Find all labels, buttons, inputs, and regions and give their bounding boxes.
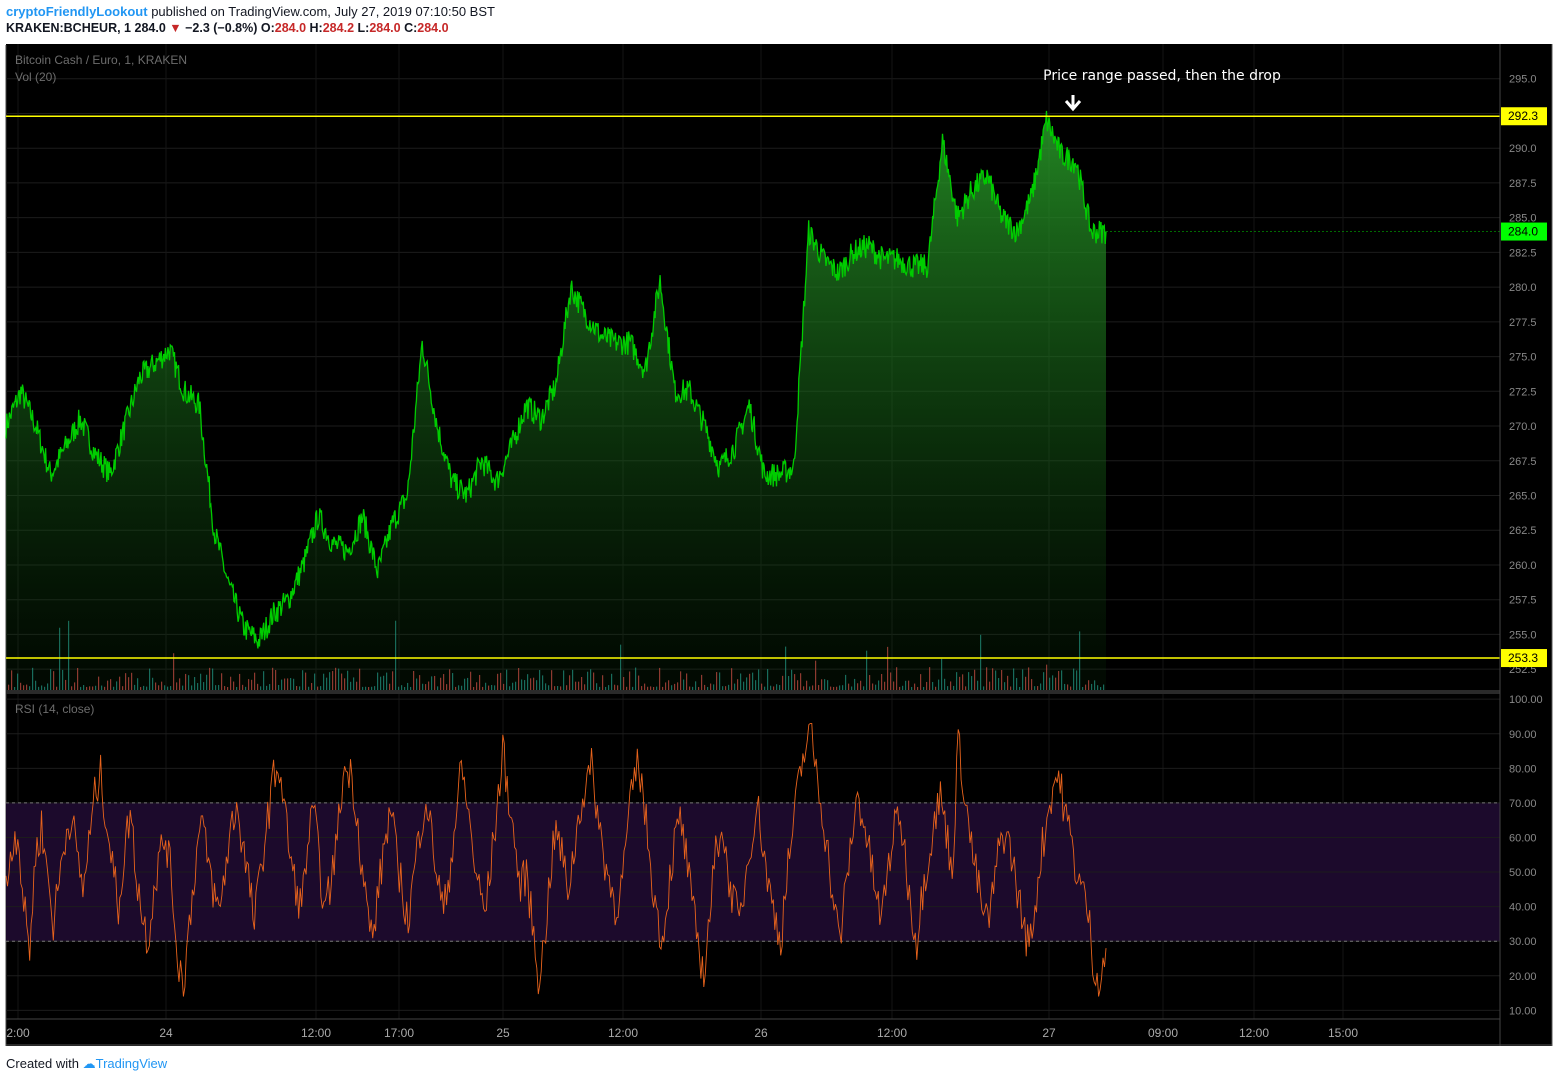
time-tick-label: 26	[754, 1026, 768, 1040]
price-tick-label: 262.5	[1509, 525, 1537, 537]
created-with-text: Created with	[6, 1056, 79, 1071]
time-tick-label: 24	[159, 1026, 173, 1040]
time-tick-label: 09:00	[1148, 1026, 1178, 1040]
volume-label: Vol (20)	[15, 70, 56, 84]
price-tick-label: 270.0	[1509, 421, 1537, 433]
price-tick-label: 280.0	[1509, 282, 1537, 294]
rsi-tick-label: 20.00	[1509, 971, 1537, 983]
rsi-tick-label: 100.00	[1509, 694, 1543, 706]
last-price-label: 284.0	[1508, 225, 1538, 239]
annotation-text: Price range passed, then the drop	[1043, 68, 1281, 84]
rsi-tick-label: 30.00	[1509, 936, 1537, 948]
tradingview-logo-icon: ☁	[82, 1056, 96, 1071]
time-tick-label: 27	[1042, 1026, 1056, 1040]
price-chart[interactable]: 295.0292.5290.0287.5285.0282.5280.0277.5…	[0, 0, 1560, 1082]
price-tick-label: 287.5	[1509, 178, 1537, 190]
price-tick-label: 255.0	[1509, 629, 1537, 641]
price-tick-label: 277.5	[1509, 317, 1537, 329]
price-tick-label: 275.0	[1509, 352, 1537, 364]
price-tick-label: 282.5	[1509, 247, 1537, 259]
level-label: 292.3	[1508, 109, 1538, 123]
rsi-tick-label: 70.00	[1509, 798, 1537, 810]
chart-title: Bitcoin Cash / Euro, 1, KRAKEN	[15, 53, 187, 67]
price-tick-label: 265.0	[1509, 491, 1537, 503]
time-tick-label: 17:00	[384, 1026, 414, 1040]
time-tick-label: 12:00	[1239, 1026, 1269, 1040]
rsi-tick-label: 90.00	[1509, 729, 1537, 741]
level-label: 253.3	[1508, 651, 1538, 665]
time-tick-label: 12:00	[877, 1026, 907, 1040]
rsi-tick-label: 60.00	[1509, 832, 1537, 844]
time-tick-label: 25	[496, 1026, 510, 1040]
tradingview-link[interactable]: TradingView	[96, 1056, 168, 1071]
price-tick-label: 295.0	[1509, 74, 1537, 86]
price-tick-label: 290.0	[1509, 143, 1537, 155]
price-tick-label: 257.5	[1509, 595, 1537, 607]
time-tick-label: 15:00	[1328, 1026, 1358, 1040]
price-tick-label: 272.5	[1509, 386, 1537, 398]
rsi-tick-label: 40.00	[1509, 902, 1537, 914]
time-tick-label: 2:00	[6, 1026, 30, 1040]
rsi-tick-label: 10.00	[1509, 1005, 1537, 1017]
time-tick-label: 12:00	[608, 1026, 638, 1040]
rsi-tick-label: 50.00	[1509, 867, 1537, 879]
rsi-label: RSI (14, close)	[15, 702, 94, 716]
footer: Created with ☁TradingView	[6, 1056, 167, 1072]
rsi-tick-label: 80.00	[1509, 763, 1537, 775]
price-tick-label: 267.5	[1509, 456, 1537, 468]
price-tick-label: 260.0	[1509, 560, 1537, 572]
time-tick-label: 12:00	[301, 1026, 331, 1040]
